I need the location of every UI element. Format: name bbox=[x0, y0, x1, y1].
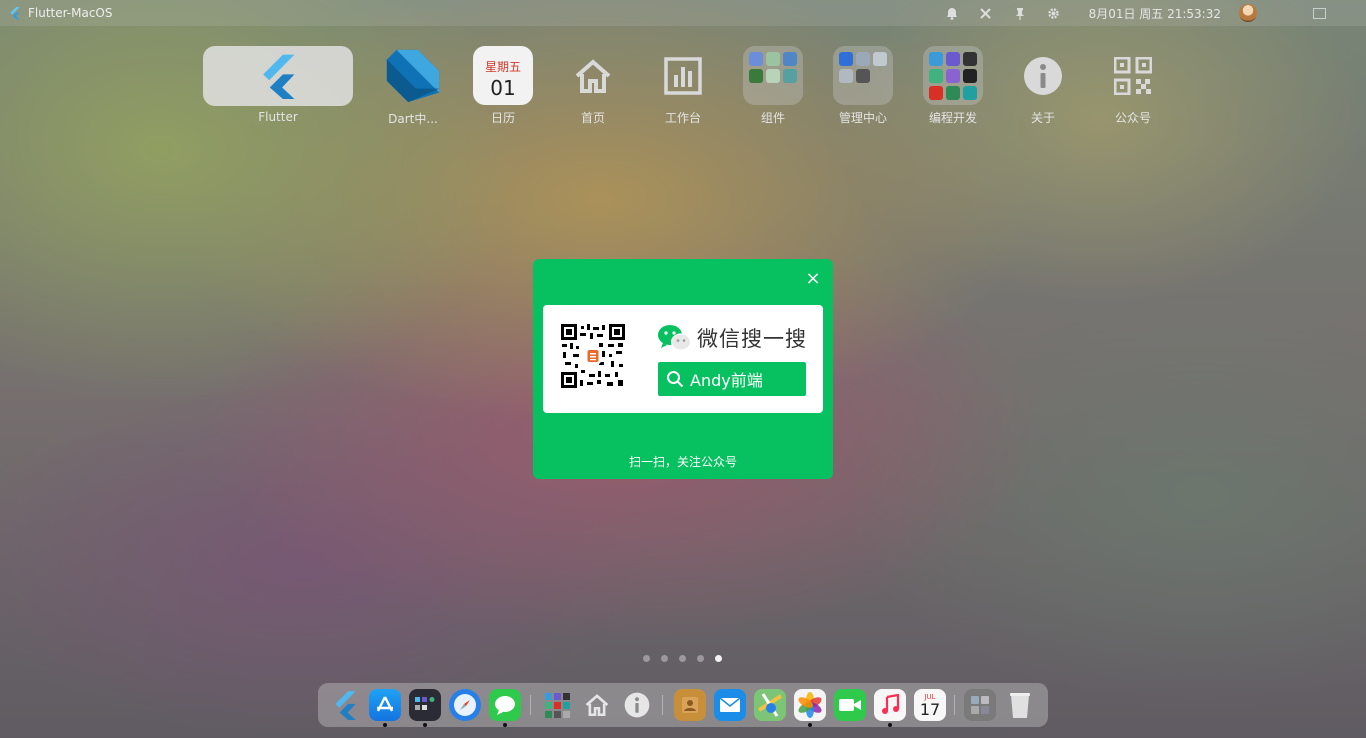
dock-separator bbox=[954, 695, 955, 715]
app-label: 管理中心 bbox=[838, 111, 887, 125]
dock-calendar-day: 17 bbox=[919, 699, 941, 719]
search-icon bbox=[667, 371, 684, 388]
page-dot-active[interactable] bbox=[715, 655, 722, 662]
app-official-account[interactable]: 公众号 bbox=[1103, 46, 1163, 126]
page-dot[interactable] bbox=[643, 655, 650, 662]
dock-photos-icon[interactable] bbox=[794, 689, 826, 727]
folder-icon bbox=[833, 46, 893, 105]
app-label: 关于 bbox=[1030, 111, 1055, 125]
app-dart[interactable]: Dart中... bbox=[383, 46, 443, 126]
dock-maps-icon[interactable] bbox=[754, 689, 786, 721]
dock-separator bbox=[662, 695, 663, 715]
dock-messages-icon[interactable] bbox=[489, 689, 521, 727]
page-dot[interactable] bbox=[679, 655, 686, 662]
dock-info-icon[interactable] bbox=[621, 689, 653, 721]
close-button[interactable]: × bbox=[805, 270, 821, 288]
app-label: Dart中... bbox=[388, 112, 438, 126]
dock-mail-icon[interactable] bbox=[714, 689, 746, 721]
scan-hint: 扫一扫，关注公众号 bbox=[628, 455, 737, 469]
wechat-icon bbox=[658, 325, 691, 351]
dock-trash-icon[interactable] bbox=[1004, 689, 1036, 721]
app-flutter[interactable]: Flutter bbox=[203, 46, 353, 126]
app-label: 日历 bbox=[490, 111, 515, 125]
bell-icon[interactable] bbox=[945, 6, 959, 20]
dock-music-icon[interactable] bbox=[874, 689, 906, 727]
flutter-icon bbox=[203, 46, 353, 106]
dock-facetime-icon[interactable] bbox=[834, 689, 866, 721]
folder-dev[interactable]: 编程开发 bbox=[923, 46, 983, 126]
dock-calendar-icon[interactable]: JUL 17 bbox=[914, 689, 946, 721]
chart-icon bbox=[653, 46, 713, 105]
info-icon bbox=[1013, 46, 1073, 105]
dock-flutter-icon[interactable] bbox=[329, 689, 361, 721]
wechat-search-card: 微信搜一搜 Andy前端 bbox=[543, 305, 823, 413]
folder-icon bbox=[923, 46, 983, 105]
flutter-logo-icon bbox=[10, 7, 20, 20]
calendar-day: 01 bbox=[490, 75, 516, 100]
app-about[interactable]: 关于 bbox=[1013, 46, 1073, 126]
wechat-search-text: 微信搜一搜 bbox=[697, 327, 807, 351]
dock-safari-icon[interactable] bbox=[449, 689, 481, 721]
folder-admin[interactable]: 管理中心 bbox=[833, 46, 893, 126]
qrcode-icon bbox=[1103, 46, 1163, 105]
window-title: Flutter-MacOS bbox=[28, 6, 113, 20]
app-label: Flutter bbox=[258, 110, 298, 124]
calendar-icon: 星期五 01 bbox=[473, 46, 533, 105]
pin-icon[interactable] bbox=[1013, 6, 1027, 20]
tools-icon[interactable] bbox=[979, 6, 993, 20]
menu-bar: Flutter-MacOS 8月01日 周五 21:53:32 bbox=[0, 0, 1366, 26]
app-label: 组件 bbox=[760, 111, 785, 125]
app-workbench[interactable]: 工作台 bbox=[653, 46, 713, 126]
wechat-search-label: 微信搜一搜 bbox=[657, 323, 807, 353]
app-label: 编程开发 bbox=[928, 111, 977, 125]
dock-tools-icon[interactable] bbox=[964, 689, 996, 721]
app-calendar[interactable]: 星期五 01 日历 bbox=[473, 46, 533, 126]
folder-icon bbox=[743, 46, 803, 105]
page-dot[interactable] bbox=[661, 655, 668, 662]
clock: 8月01日 周五 21:53:32 bbox=[1088, 6, 1221, 21]
app-home[interactable]: 首页 bbox=[563, 46, 623, 126]
dock-apps-folder-icon[interactable] bbox=[541, 689, 573, 721]
app-label: 首页 bbox=[580, 111, 605, 125]
gear-icon[interactable] bbox=[1047, 6, 1061, 20]
avatar[interactable] bbox=[1239, 4, 1257, 22]
app-label: 工作台 bbox=[664, 111, 701, 125]
account-name: Andy前端 bbox=[690, 371, 763, 390]
official-account-dialog: × 微信搜一搜 Andy前端 扫一扫，关注公众号 bbox=[533, 259, 833, 479]
dock-separator bbox=[530, 695, 531, 715]
dock: JUL 17 bbox=[318, 683, 1048, 727]
home-icon bbox=[563, 46, 623, 105]
maximize-icon[interactable] bbox=[1313, 7, 1326, 19]
dock-home-icon[interactable] bbox=[581, 689, 613, 721]
dock-contacts-icon[interactable] bbox=[674, 689, 706, 721]
dock-app-store-icon[interactable] bbox=[369, 689, 401, 727]
folder-components[interactable]: 组件 bbox=[743, 46, 803, 126]
dock-launchpad-icon[interactable] bbox=[409, 689, 441, 727]
app-label: 公众号 bbox=[1114, 111, 1151, 125]
dart-icon bbox=[383, 46, 443, 106]
page-dot[interactable] bbox=[697, 655, 704, 662]
account-search-box[interactable]: Andy前端 bbox=[658, 362, 806, 396]
qrcode-image bbox=[561, 324, 625, 388]
calendar-weekday: 星期五 bbox=[484, 59, 521, 74]
page-indicator bbox=[643, 655, 733, 662]
